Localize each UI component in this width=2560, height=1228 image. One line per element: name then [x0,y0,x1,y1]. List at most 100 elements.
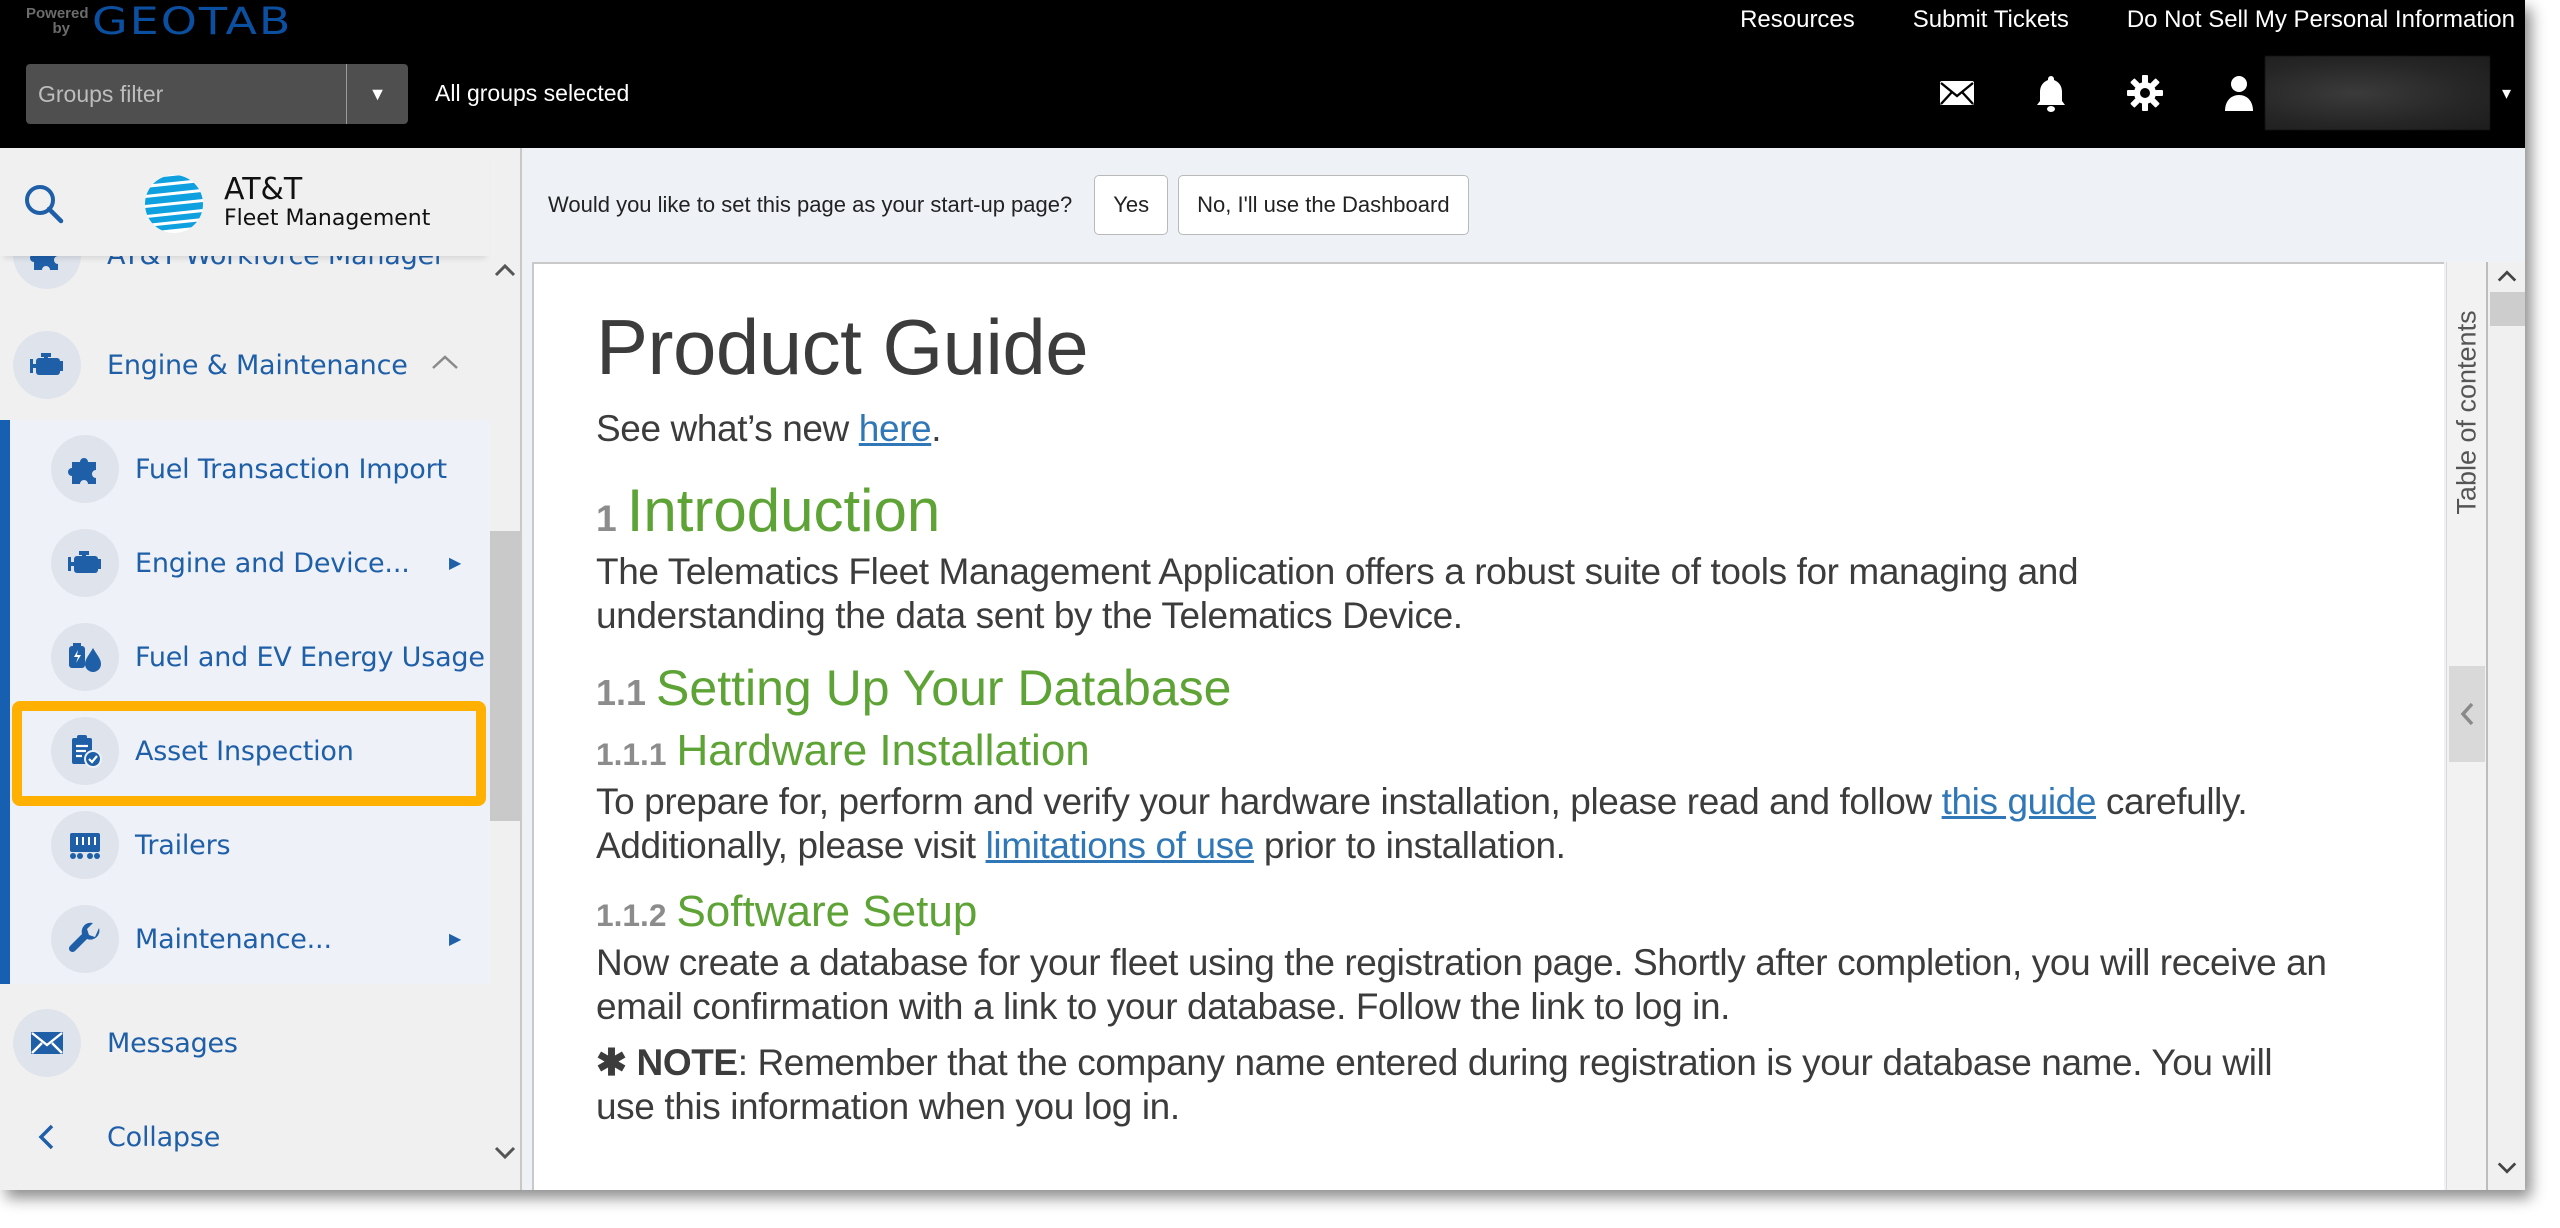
toc-expand-button[interactable] [2449,666,2485,762]
section-introduction-heading: 1 Introduction [596,479,2396,550]
sidebar-item-label: Engine and Device... [135,547,410,579]
sidebar-scrollbar[interactable] [490,256,522,1190]
caret-down-icon: ▼ [368,83,387,104]
limitations-text: Additionally, please visit [596,825,986,866]
sidebar-item-fuel-ev-energy-usage[interactable]: Fuel and EV Energy Usage [0,610,490,704]
att-globe-icon [144,174,204,234]
table-of-contents-tab[interactable]: Table of contents [2451,282,2483,542]
sidebar-item-label: Messages [107,1027,238,1059]
sidebar-item-label: Trailers [135,829,231,861]
search-icon[interactable] [22,182,66,226]
note-text: : Remember that the company name entered… [596,1042,2273,1127]
mail-icon[interactable] [1935,71,1979,115]
toc-label: Table of contents [2451,309,2482,515]
section-number: 1.1.2 [596,897,667,933]
page-title: Product Guide [596,303,1089,391]
trailer-icon [51,811,119,879]
section-number: 1.1.1 [596,736,667,772]
groups-status: All groups selected [435,80,630,106]
top-links: Resources Submit Tickets Do Not Sell My … [1740,6,2515,34]
sidebar-collapse-button[interactable]: Collapse [0,1090,490,1184]
sidebar-item-label: Maintenance... [135,923,332,955]
user-icon[interactable] [2217,71,2261,115]
sidebar-item-fuel-transaction-import[interactable]: Fuel Transaction Import [0,422,490,516]
submit-tickets-link[interactable]: Submit Tickets [1913,6,2069,34]
yes-button[interactable]: Yes [1094,175,1169,235]
section-title: Introduction [626,477,941,544]
section-title: Hardware Installation [676,726,1090,775]
sidebar-scroll-thumb[interactable] [490,531,522,821]
geotab-logo: Powered by GEOTAB [26,0,293,44]
document-scroll-thumb[interactable] [2490,292,2525,326]
sidebar-item-messages[interactable]: Messages [0,996,490,1090]
sidebar-item-engine-maintenance[interactable]: Engine & Maintenance [0,318,490,412]
sidebar-item-label: Asset Inspection [135,735,354,767]
whats-new-paragraph: See what’s new here. [596,407,2396,451]
whats-new-suffix: . [931,408,942,449]
submenu-arrow-icon: ▶ [449,931,462,948]
note-star-icon: ✱ [596,1042,627,1083]
note-label: NOTE [636,1042,739,1083]
sidebar-item-trailers[interactable]: Trailers [0,798,490,892]
chevron-left-icon [13,1122,81,1152]
section-number: 1.1 [596,672,647,713]
app-window: Powered by GEOTAB Resources Submit Ticke… [0,0,2525,1190]
sidebar-item-asset-inspection[interactable]: Asset Inspection [0,704,490,798]
top-icons: ▾ [1935,56,2525,130]
hardware-paragraph-2: Additionally, please visit limitations o… [596,824,2396,868]
chevron-left-icon [2460,702,2474,726]
this-guide-link[interactable]: this guide [1942,781,2097,822]
whats-new-link[interactable]: here [859,408,932,449]
groups-filter-input[interactable]: Groups filter [26,81,346,108]
limitations-of-use-link[interactable]: limitations of use [986,825,1255,866]
scroll-down-icon[interactable] [490,1141,520,1171]
submenu-arrow-icon: ▶ [449,555,462,572]
fuel-ev-icon [51,623,119,691]
groups-filter[interactable]: Groups filter ▼ [26,64,408,124]
main-content: Would you like to set this page as your … [524,148,2525,1190]
geotab-wordmark: GEOTAB [92,0,293,44]
sidebar-nav: AT&T Workforce Manager Engine & Maintena… [0,148,490,1190]
mail-icon [13,1009,81,1077]
section-database-heading: 1.1 Setting Up Your Database [596,660,2396,721]
user-menu-caret-icon[interactable]: ▾ [2502,83,2511,104]
section-title: Setting Up Your Database [656,660,1232,716]
use-dashboard-button[interactable]: No, I'll use the Dashboard [1178,175,1469,235]
groups-filter-dropdown-button[interactable]: ▼ [346,64,408,124]
do-not-sell-link[interactable]: Do Not Sell My Personal Information [2127,6,2515,34]
bell-icon[interactable] [2029,71,2073,115]
chevron-up-icon [430,351,470,379]
gear-icon[interactable] [2123,71,2167,115]
section-software-heading: 1.1.2 Software Setup [596,886,2396,941]
sidebar-item-maintenance[interactable]: Maintenance... ▶ [0,892,490,986]
startup-prompt-text: Would you like to set this page as your … [548,192,1073,217]
scroll-up-icon[interactable] [490,258,520,288]
whats-new-text: See what’s new [596,408,859,449]
table-of-contents-panel: Table of contents [2446,262,2486,1190]
document-scrollbar[interactable] [2486,262,2525,1190]
att-logo-title: AT&T [224,172,303,207]
sidebar-item-label: Fuel Transaction Import [135,453,447,485]
section-number: 1 [596,497,617,539]
sidebar-item-engine-and-device[interactable]: Engine and Device... ▶ [0,516,490,610]
section-hardware-heading: 1.1.1 Hardware Installation [596,725,2396,780]
software-paragraph: Now create a database for your fleet usi… [596,942,2327,1027]
wrench-icon [51,905,119,973]
sidebar-item-label: Engine & Maintenance [107,349,408,381]
sidebar-item-label: Fuel and EV Energy Usage [135,641,485,673]
sidebar-header: AT&T Fleet Management [0,148,490,256]
startup-page-prompt: Would you like to set this page as your … [548,174,1469,236]
section-title: Software Setup [676,887,978,936]
limitations-text-end: prior to installation. [1253,825,1566,866]
hardware-text-end: carefully. [2096,781,2248,822]
hardware-paragraph-1: To prepare for, perform and verify your … [596,780,2396,824]
powered-by-label: Powered by [26,5,89,37]
resources-link[interactable]: Resources [1740,6,1855,34]
engine-icon [51,529,119,597]
engine-icon [13,331,81,399]
att-logo-subtitle: Fleet Management [224,206,431,231]
product-guide-document: Product Guide See what’s new here. 1 Intr… [532,262,2444,1190]
scroll-down-icon[interactable] [2488,1156,2525,1186]
scroll-up-icon[interactable] [2488,264,2525,294]
user-name-redacted[interactable] [2264,56,2490,130]
